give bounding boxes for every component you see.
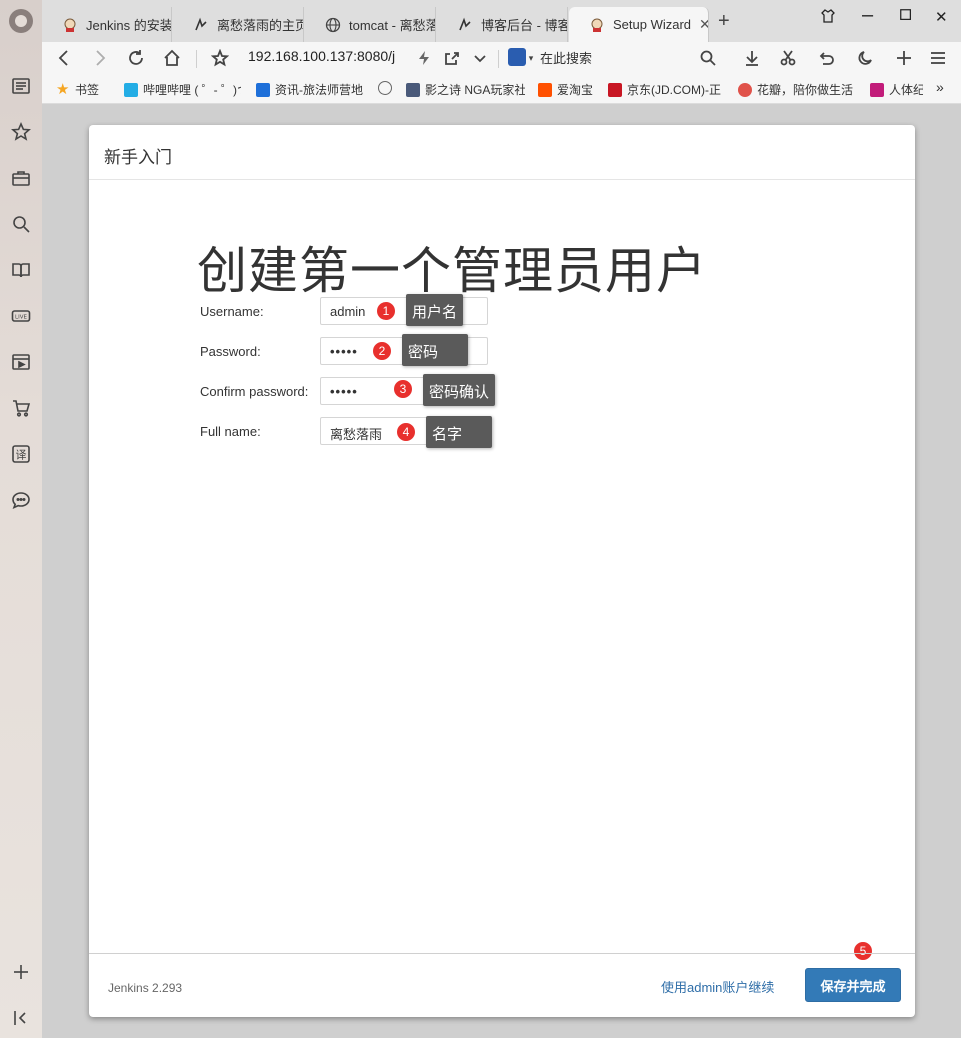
bookmark-globe[interactable] bbox=[378, 81, 397, 95]
shirt-skin-icon[interactable] bbox=[820, 8, 836, 28]
night-mode-icon[interactable] bbox=[854, 46, 878, 70]
confirm-password-label: Confirm password: bbox=[200, 383, 309, 399]
annotation-callout-username: 用户名 bbox=[406, 294, 464, 326]
home-icon[interactable] bbox=[160, 46, 184, 70]
taobao-icon bbox=[538, 82, 552, 97]
url-input[interactable]: 192.168.100.137:8080/j bbox=[248, 48, 395, 64]
page-title: 创建第一个管理员用户 bbox=[197, 243, 707, 299]
divider bbox=[196, 50, 197, 68]
menu-icon[interactable] bbox=[926, 46, 950, 70]
tab-setup-wizard[interactable]: Setup Wizard ✕ bbox=[569, 7, 709, 42]
svg-text:译: 译 bbox=[16, 449, 27, 462]
tab-tomcat[interactable]: tomcat - 离愁落 bbox=[305, 7, 436, 42]
continue-as-admin-link[interactable]: 使用admin账户继续 bbox=[661, 977, 774, 996]
page-content: 新手入门 创建第一个管理员用户 Username: admin 1 用户名 Pa… bbox=[42, 104, 961, 1038]
save-and-finish-button[interactable]: 保存并完成 bbox=[805, 968, 901, 1002]
globe-icon bbox=[325, 17, 341, 33]
jenkins-version: Jenkins 2.293 bbox=[108, 981, 183, 995]
tab-bar: Jenkins 的安装和 离愁落雨的主页 tomcat - 离愁落 博客后台 -… bbox=[42, 0, 961, 42]
tab-blog-admin[interactable]: 博客后台 - 博客 bbox=[437, 7, 568, 42]
reload-icon[interactable] bbox=[124, 46, 148, 70]
annotation-badge-1: 1 bbox=[376, 301, 396, 321]
briefcase-icon[interactable] bbox=[10, 167, 32, 189]
tab-author-home[interactable]: 离愁落雨的主页 bbox=[173, 7, 304, 42]
annotation-callout-confirm: 密码确认 bbox=[423, 374, 496, 406]
browser-logo-icon bbox=[9, 9, 33, 33]
bilibili-icon bbox=[124, 82, 138, 97]
nga-icon bbox=[406, 82, 420, 97]
baidu-search-engine-icon[interactable] bbox=[508, 48, 526, 66]
search-icon[interactable] bbox=[696, 46, 720, 70]
address-toolbar: 192.168.100.137:8080/j ▾ 在此搜索 bbox=[42, 42, 961, 74]
minimize-icon[interactable]: – bbox=[862, 4, 873, 27]
username-row: Username: admin bbox=[200, 297, 488, 325]
bookmark-bilibili[interactable]: 哔哩哔哩 ( ゜- ゜)つ bbox=[124, 81, 241, 98]
huaban-icon bbox=[738, 82, 752, 97]
engine-chevron-icon[interactable]: ▾ bbox=[526, 46, 536, 70]
translate-icon[interactable]: 译 bbox=[10, 443, 32, 465]
bookmark-huaban[interactable]: 花瓣，陪你做生活 bbox=[738, 81, 853, 98]
jenkins-icon bbox=[589, 17, 605, 33]
back-icon[interactable] bbox=[52, 46, 76, 70]
bookmark-lvfashi[interactable]: 资讯-旅法师营地 bbox=[256, 81, 363, 98]
browser-sidebar: LIVE 译 bbox=[0, 0, 42, 1038]
bookmark-renti[interactable]: 人体纪 bbox=[870, 81, 923, 98]
new-tab-icon[interactable]: + bbox=[718, 10, 730, 33]
download-icon[interactable] bbox=[740, 46, 764, 70]
cnblogs-icon bbox=[193, 17, 209, 33]
annotation-badge-3: 3 bbox=[393, 379, 413, 399]
full-name-row: Full name: 离愁落雨 bbox=[200, 417, 488, 445]
cnblogs-icon bbox=[457, 17, 473, 33]
chat-icon[interactable] bbox=[10, 489, 32, 511]
full-name-label: Full name: bbox=[200, 423, 261, 439]
dialog-footer: Jenkins 2.293 使用admin账户继续 保存并完成 bbox=[89, 953, 915, 1017]
bookmark-folder[interactable]: ★ 书签 bbox=[56, 81, 99, 98]
collapse-sidebar-icon[interactable] bbox=[10, 1007, 32, 1029]
add-panel-icon[interactable] bbox=[10, 961, 32, 983]
search-input[interactable]: 在此搜索 bbox=[540, 48, 592, 67]
svg-text:LIVE: LIVE bbox=[15, 315, 27, 321]
bookmark-jd[interactable]: 京东(JD.COM)-正 bbox=[608, 81, 721, 98]
star-icon: ★ bbox=[56, 80, 70, 98]
bookmark-star-icon[interactable] bbox=[208, 46, 232, 70]
live-icon[interactable]: LIVE bbox=[10, 305, 32, 327]
share-icon[interactable] bbox=[440, 46, 464, 70]
book-icon[interactable] bbox=[10, 259, 32, 281]
jd-icon bbox=[608, 82, 622, 97]
undo-icon[interactable] bbox=[814, 46, 838, 70]
jenkins-icon bbox=[62, 17, 78, 33]
password-label: Password: bbox=[200, 343, 261, 359]
annotation-badge-2: 2 bbox=[372, 341, 392, 361]
tab-jenkins-install[interactable]: Jenkins 的安装和 bbox=[42, 7, 172, 42]
renti-icon bbox=[870, 82, 884, 97]
more-bookmarks-icon[interactable]: » bbox=[936, 79, 944, 95]
reading-list-icon[interactable] bbox=[10, 75, 32, 97]
forward-icon[interactable] bbox=[88, 46, 112, 70]
annotation-callout-fullname: 名字 bbox=[426, 416, 492, 448]
favorites-star-icon[interactable] bbox=[10, 121, 32, 143]
annotation-badge-4: 4 bbox=[396, 422, 416, 442]
setup-wizard-dialog: 新手入门 创建第一个管理员用户 Username: admin 1 用户名 Pa… bbox=[89, 125, 915, 1017]
bookmarks-bar: ★ 书签 哔哩哔哩 ( ゜- ゜)つ 资讯-旅法师营地 影之诗 NGA玩家社 爱… bbox=[42, 74, 961, 104]
dialog-header: 新手入门 bbox=[89, 125, 915, 180]
chevron-down-icon[interactable] bbox=[468, 46, 492, 70]
search-icon[interactable] bbox=[10, 213, 32, 235]
video-icon[interactable] bbox=[10, 351, 32, 373]
bookmark-nga[interactable]: 影之诗 NGA玩家社 bbox=[406, 81, 525, 98]
close-window-icon[interactable]: ✕ bbox=[935, 8, 948, 26]
globe-icon bbox=[378, 81, 392, 95]
scissors-icon[interactable] bbox=[776, 46, 800, 70]
divider bbox=[498, 50, 499, 68]
lightning-icon[interactable] bbox=[412, 46, 436, 70]
bookmark-aitaobao[interactable]: 爱淘宝 bbox=[538, 81, 593, 98]
confirm-password-row: Confirm password: ••••• bbox=[200, 377, 488, 405]
add-icon[interactable] bbox=[892, 46, 916, 70]
lvfashi-icon bbox=[256, 82, 270, 97]
password-row: Password: ••••• bbox=[200, 337, 488, 365]
close-tab-icon[interactable]: ✕ bbox=[699, 16, 708, 33]
annotation-callout-password: 密码 bbox=[402, 334, 468, 366]
username-label: Username: bbox=[200, 303, 264, 319]
shopping-cart-icon[interactable] bbox=[10, 397, 32, 419]
maximize-icon[interactable] bbox=[899, 8, 913, 26]
